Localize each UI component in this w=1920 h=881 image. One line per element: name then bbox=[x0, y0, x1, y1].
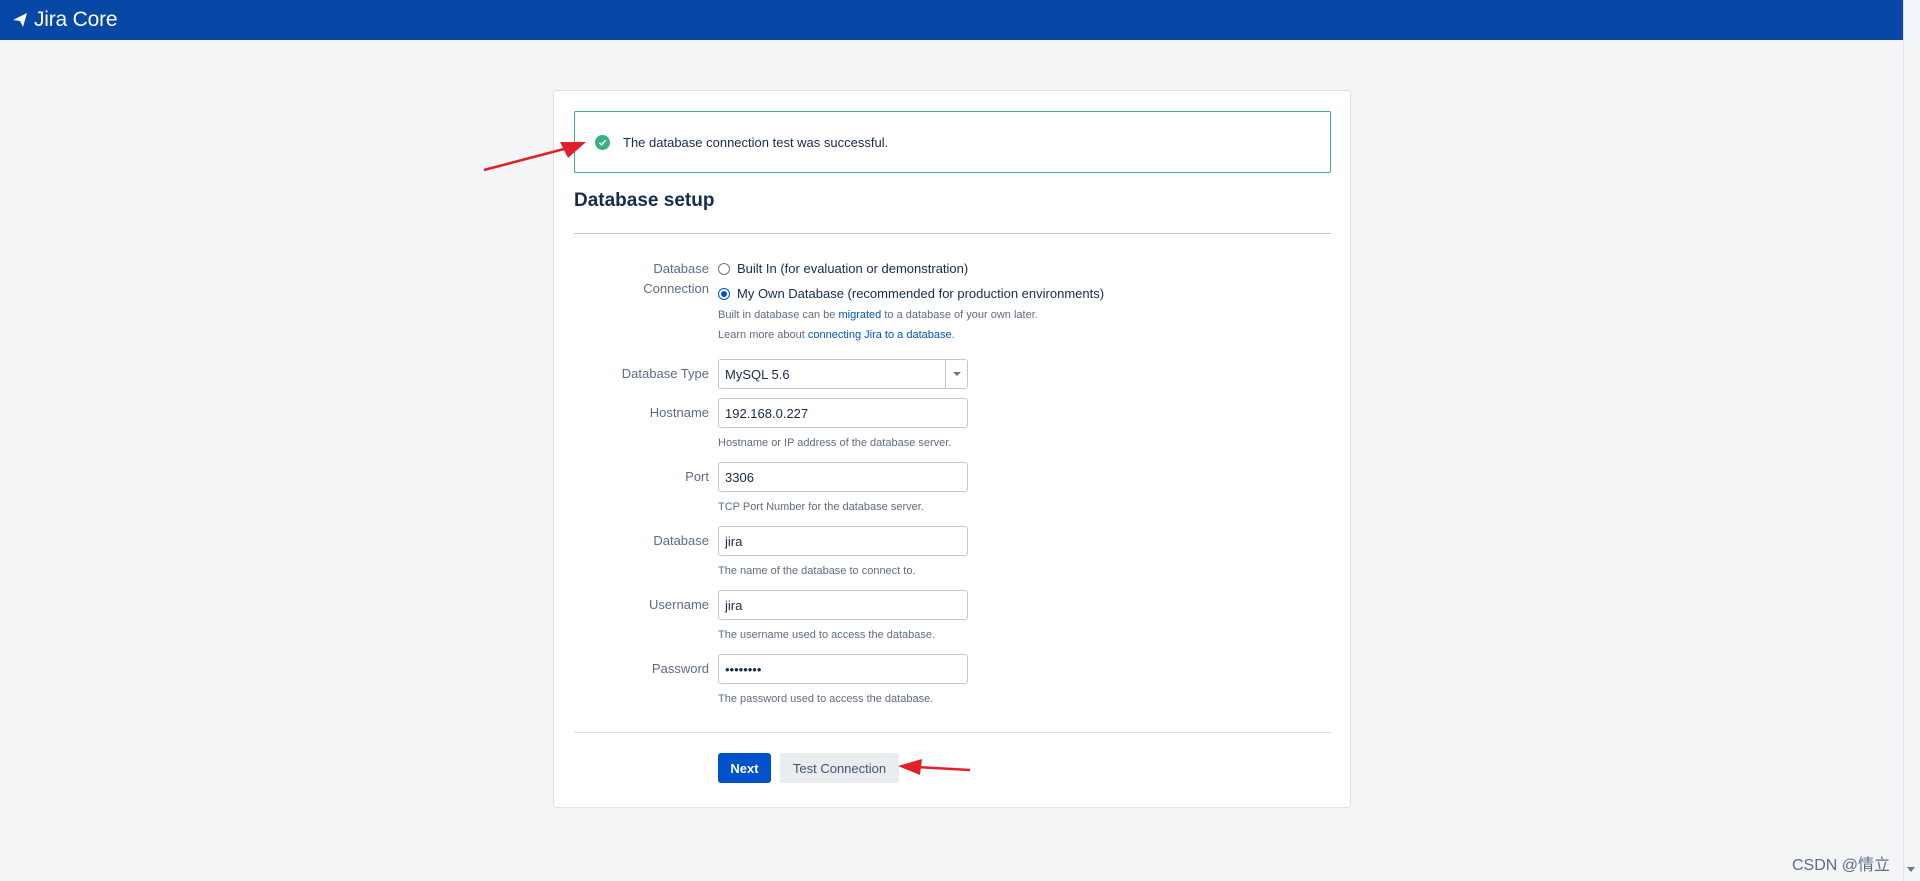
radio-button[interactable] bbox=[718, 262, 730, 275]
hostname-input[interactable]: 192.168.0.227 bbox=[718, 398, 968, 428]
jira-logo-icon bbox=[13, 13, 27, 27]
migrated-link[interactable]: migrated bbox=[838, 309, 881, 321]
product-name: Jira Core bbox=[34, 8, 118, 31]
database-name-help: The name of the database to connect to. bbox=[718, 565, 916, 577]
port-label: Port bbox=[685, 469, 709, 484]
header-divider bbox=[574, 233, 1331, 234]
username-input[interactable]: jira bbox=[718, 590, 968, 620]
annotation-arrow-alert bbox=[483, 142, 586, 172]
password-label: Password bbox=[651, 661, 709, 676]
hostname-help: Hostname or IP address of the database s… bbox=[718, 437, 952, 449]
database-name-input[interactable]: jira bbox=[718, 526, 968, 556]
next-button[interactable]: Next bbox=[718, 753, 771, 783]
learn-more-help-text: Learn more about connecting Jira to a da… bbox=[718, 329, 955, 341]
success-alert: The database connection test was success… bbox=[574, 111, 1331, 173]
annotation-arrow-test-button bbox=[898, 759, 971, 775]
migration-help-text: Built in database can be migrated to a d… bbox=[718, 309, 1038, 321]
select-toggle[interactable] bbox=[945, 360, 967, 388]
radio-own-database[interactable]: My Own Database (recommended for product… bbox=[718, 286, 1104, 301]
radio-button-selected[interactable] bbox=[718, 287, 730, 300]
password-help: The password used to access the database… bbox=[718, 693, 934, 705]
port-help: TCP Port Number for the database server. bbox=[718, 501, 924, 513]
page-scrollbar[interactable] bbox=[1903, 0, 1920, 881]
database-name-label: Database bbox=[653, 533, 709, 548]
watermark: CSDN @情立 bbox=[1792, 857, 1891, 874]
radio-label: Built In (for evaluation or demonstratio… bbox=[737, 261, 969, 276]
chevron-down-icon bbox=[952, 372, 961, 376]
username-label: Username bbox=[649, 597, 709, 612]
radio-built-in[interactable]: Built In (for evaluation or demonstratio… bbox=[718, 261, 968, 276]
alert-message: The database connection test was success… bbox=[623, 134, 889, 150]
connecting-jira-link[interactable]: connecting Jira to a database bbox=[808, 329, 952, 341]
select-value: MySQL 5.6 bbox=[725, 366, 790, 382]
top-navigation-bar: Jira Core bbox=[0, 0, 1903, 40]
test-connection-button[interactable]: Test Connection bbox=[780, 753, 899, 783]
password-input[interactable]: •••••••• bbox=[718, 654, 968, 684]
database-connection-label: Database Connection bbox=[643, 261, 709, 296]
product-logo[interactable]: Jira Core bbox=[12, 8, 118, 32]
database-setup-panel: The database connection test was success… bbox=[553, 90, 1351, 808]
scroll-down-arrow[interactable] bbox=[1907, 867, 1915, 872]
hostname-label: Hostname bbox=[649, 405, 709, 420]
username-help: The username used to access the database… bbox=[718, 629, 936, 641]
radio-label: My Own Database (recommended for product… bbox=[737, 286, 1105, 301]
database-type-select[interactable]: MySQL 5.6 bbox=[718, 359, 968, 389]
port-input[interactable]: 3306 bbox=[718, 462, 968, 492]
database-type-label: Database Type bbox=[621, 366, 709, 381]
check-circle-icon bbox=[595, 134, 610, 150]
page-title: Database setup bbox=[574, 190, 715, 211]
footer-divider bbox=[574, 732, 1331, 733]
